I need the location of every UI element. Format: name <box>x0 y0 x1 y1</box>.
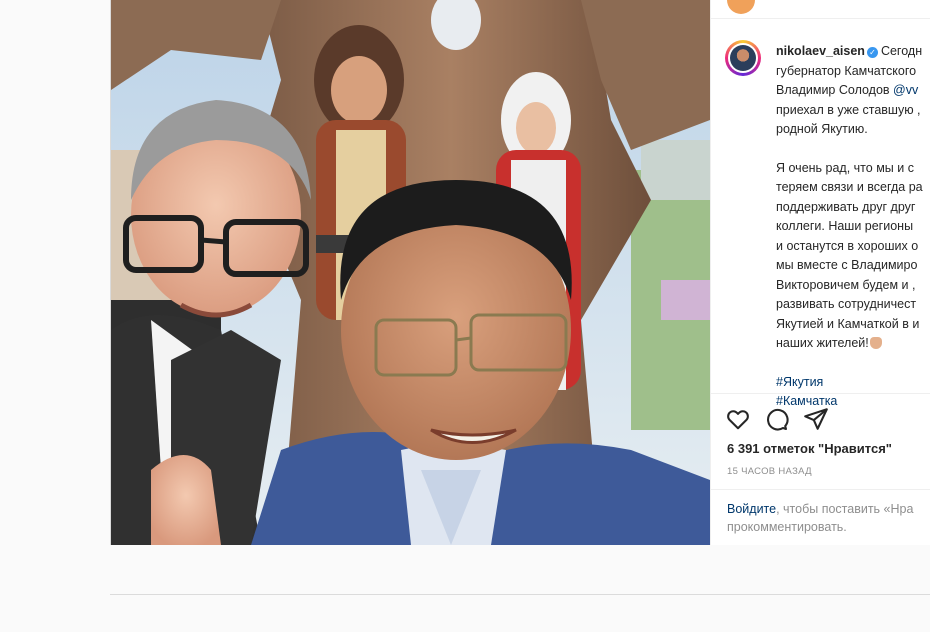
caption-line: мы вместе с Владимиро <box>776 258 918 272</box>
divider <box>711 393 930 394</box>
previous-post-strip <box>711 0 930 19</box>
instagram-post: nikolaev_aisen ✓ Сегодн губернатор Камчатс… <box>110 0 930 545</box>
username-link[interactable]: nikolaev_aisen <box>776 44 865 58</box>
section-divider <box>110 594 930 595</box>
login-prompt: Войдите, чтобы поставить «Нра прокоммент… <box>727 500 930 536</box>
caption-line: поддерживать друг друг <box>776 199 916 214</box>
caption-line: губернатор Камчатского <box>776 63 917 78</box>
post-timestamp[interactable]: 15 ЧАСОВ НАЗАД <box>727 466 812 477</box>
verified-badge-icon: ✓ <box>866 47 878 58</box>
heart-icon[interactable] <box>725 406 751 432</box>
caption-line: Сегодн <box>880 44 923 58</box>
caption-line: Викторовичем будем и , <box>776 277 916 292</box>
post-caption: nikolaev_aisen ✓ Сегодн губернатор Камчатс… <box>776 42 930 412</box>
caption-line: наших жителей! <box>776 336 869 350</box>
caption-line: приехал в уже ставшую , <box>776 102 921 117</box>
avatar-image <box>730 45 756 71</box>
post-photo[interactable] <box>111 0 710 545</box>
post-sidebar: nikolaev_aisen ✓ Сегодн губернатор Камчатс… <box>710 0 930 545</box>
likes-count[interactable]: 6 391 отметок "Нравится" <box>727 441 892 456</box>
hashtag-link[interactable]: #Якутия <box>776 373 930 393</box>
caption-line: Якутией и Камчаткой в и <box>776 316 920 331</box>
caption-line: коллеги. Наши регионы <box>776 219 914 233</box>
caption-line: теряем связи и всегда ра <box>776 180 923 194</box>
caption-line: Я очень рад, что мы и с <box>776 160 914 175</box>
caption-line: родной Якутию. <box>776 122 868 136</box>
share-icon[interactable] <box>803 406 829 432</box>
login-text-2: прокомментировать. <box>727 520 847 534</box>
caption-line: развивать сотрудничест <box>776 297 917 311</box>
hashtag-link[interactable]: #Камчатка <box>776 392 930 412</box>
comment-icon[interactable] <box>763 406 789 432</box>
login-text: , чтобы поставить «Нра <box>776 502 914 516</box>
selfie-image <box>111 0 710 545</box>
avatar-partial <box>727 0 755 14</box>
caption-line: Владимир Солодов <box>776 83 890 97</box>
avatar[interactable] <box>725 40 761 76</box>
login-link[interactable]: Войдите <box>727 502 776 516</box>
hand-emoji-icon <box>869 337 882 349</box>
caption-line: и останутся в хороших о <box>776 238 919 253</box>
divider <box>711 489 930 490</box>
mention-link[interactable]: @vv <box>893 83 918 97</box>
